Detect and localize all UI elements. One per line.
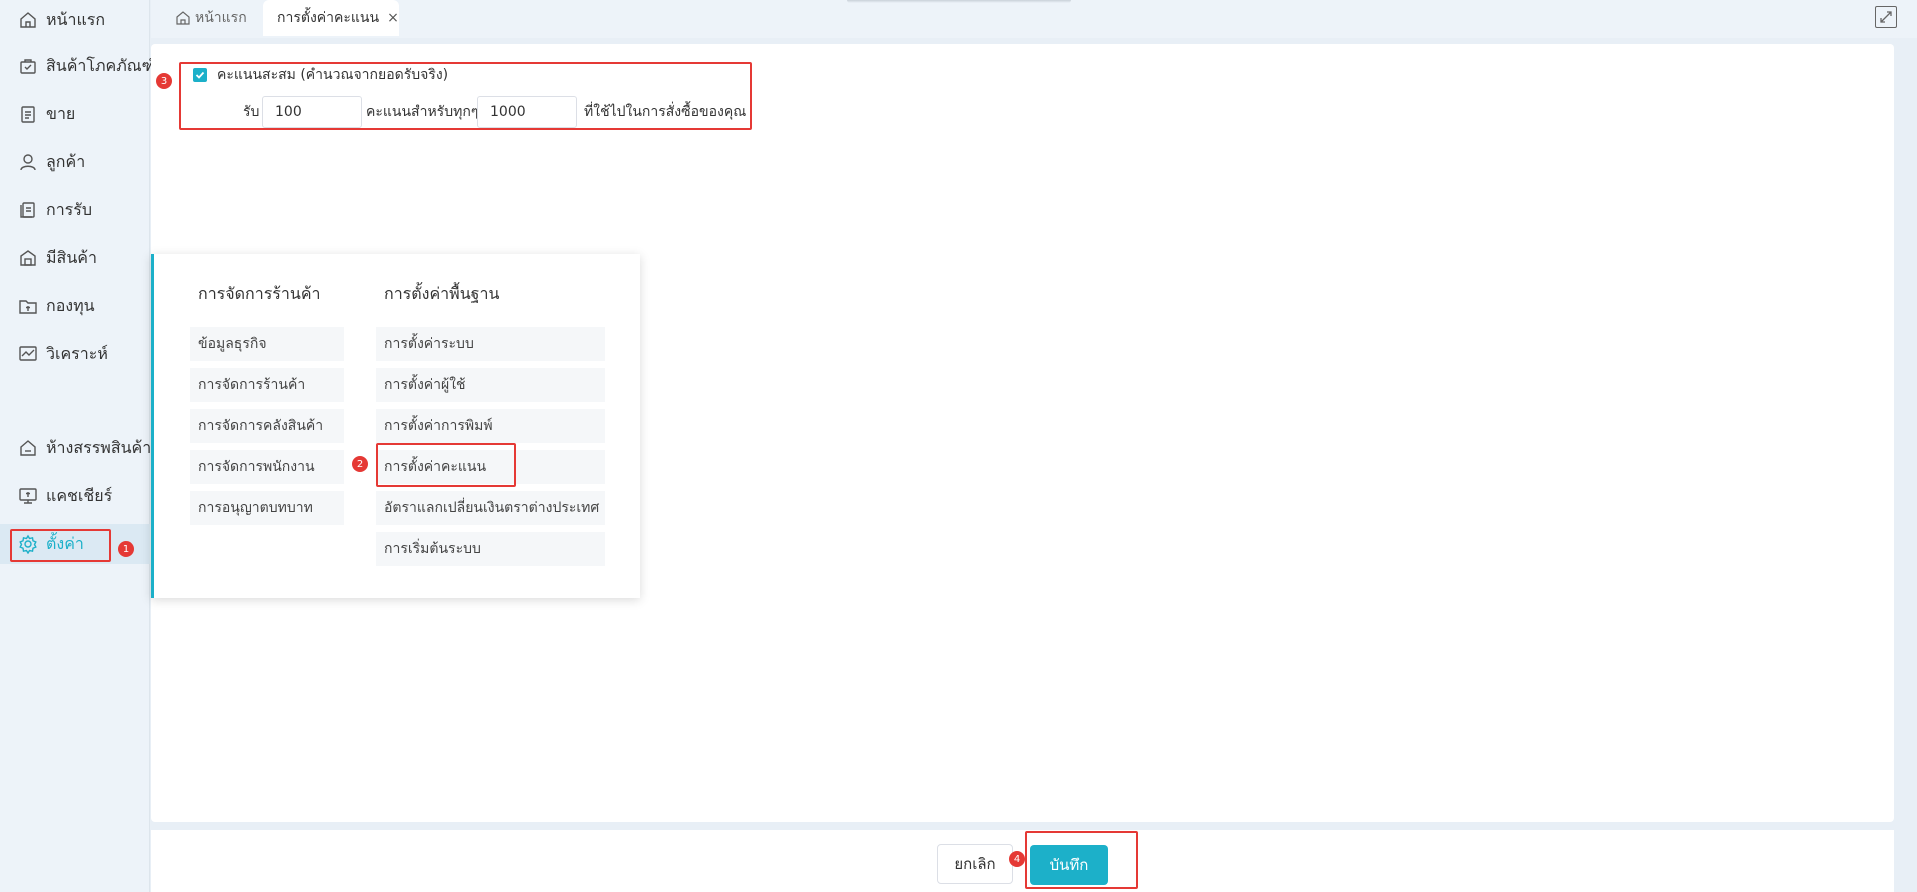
store-icon [20, 440, 36, 456]
menu-item-role-permissions[interactable]: การอนุญาตบทบาท [190, 491, 344, 525]
sidebar-item-inventory[interactable]: มีสินค้า [0, 238, 150, 278]
sidebar-item-label: วิเคราะห์ [46, 343, 108, 363]
receipt-icon [20, 202, 35, 218]
menu-item-business-info[interactable]: ข้อมูลธุรกิจ [190, 327, 344, 361]
sidebar-item-label: กองทุน [46, 295, 95, 315]
sidebar-item-home[interactable]: หน้าแรก [0, 0, 150, 40]
menu-item-system-settings[interactable]: การตั้งค่าระบบ [376, 327, 605, 361]
sidebar-item-receiving[interactable]: การรับ [0, 190, 150, 230]
menu-item-system-init[interactable]: การเริ่มต้นระบบ [376, 532, 605, 566]
sidebar-item-label: ห้างสรรพสินค้า [46, 437, 152, 457]
points-value-input[interactable]: 100 [262, 96, 362, 128]
menu-item-user-settings[interactable]: การตั้งค่าผู้ใช้ [376, 368, 605, 402]
step-badge-3: 3 [156, 73, 172, 89]
cancel-button[interactable]: ยกเลิก [937, 844, 1013, 884]
menu-item-warehouse-management[interactable]: การจัดการคลังสินค้า [190, 409, 344, 443]
points-checkbox[interactable] [193, 68, 207, 82]
sidebar-item-customers[interactable]: ลูกค้า [0, 142, 150, 182]
sidebar-item-label: ขาย [46, 103, 76, 123]
receive-label: รับ [243, 104, 260, 120]
fullscreen-icon[interactable] [1875, 6, 1897, 28]
clipboard-icon [21, 106, 35, 123]
sidebar-item-analytics[interactable]: วิเคราะห์ [0, 334, 150, 374]
sidebar-item-label: สินค้าโภคภัณฑ์ [46, 55, 155, 75]
sidebar-item-label: มีสินค้า [46, 247, 97, 267]
sidebar-item-label: หน้าแรก [46, 9, 106, 29]
basic-settings-heading: การตั้งค่าพื้นฐาน [384, 284, 500, 303]
sidebar-item-funds[interactable]: กองทุน [0, 286, 150, 326]
points-accumulation-row: คะแนนสะสม (คำนวณจากยอดรับจริง) [193, 64, 448, 86]
tab-points-settings[interactable]: การตั้งค่าคะแนน × [263, 0, 399, 36]
sidebar: หน้าแรก สินค้าโภคภัณฑ์ ขาย ลูกค้า การรับ… [0, 0, 155, 892]
sidebar-item-label: แคชเชียร์ [46, 485, 113, 505]
store-management-heading: การจัดการร้านค้า [198, 284, 321, 303]
menu-item-staff-management[interactable]: การจัดการพนักงาน [190, 450, 344, 484]
highlight-box-points-settings [376, 443, 516, 487]
per-label: คะแนนสำหรับทุกๆ [366, 104, 479, 120]
tab-home[interactable]: หน้าแรก [175, 0, 247, 36]
sidebar-item-label: การรับ [46, 199, 93, 219]
sidebar-item-cashier[interactable]: แคชเชียร์ [0, 476, 150, 516]
home-icon [176, 11, 190, 25]
tab-bar: หน้าแรก การตั้งค่าคะแนน × [151, 0, 1917, 38]
warehouse-icon [20, 250, 36, 266]
chart-icon [19, 346, 37, 361]
tab-label: การตั้งค่าคะแนน [277, 10, 380, 26]
sidebar-item-mall[interactable]: ห้างสรรพสินค้า [0, 428, 152, 468]
sidebar-item-label: ลูกค้า [46, 151, 86, 171]
folder-money-icon [19, 300, 37, 314]
bag-icon [20, 59, 36, 74]
menu-item-store-management[interactable]: การจัดการร้านค้า [190, 368, 344, 402]
home-icon [20, 12, 36, 28]
amount-value-input[interactable]: 1000 [477, 96, 577, 128]
sidebar-item-commodities[interactable]: สินค้าโภคภัณฑ์ [0, 46, 155, 86]
menu-item-exchange-rate[interactable]: อัตราแลกเปลี่ยนเงินตราต่างประเทศ [376, 491, 605, 525]
menu-item-print-settings[interactable]: การตั้งค่าการพิมพ์ [376, 409, 605, 443]
step-badge-1: 1 [118, 541, 134, 557]
monitor-icon [19, 488, 37, 504]
tab-label: หน้าแรก [195, 10, 247, 26]
popup-shadow [847, 0, 1071, 3]
user-icon [20, 154, 36, 171]
suffix-label: ที่ใช้ไปในการสั่งซื้อของคุณ [584, 104, 747, 120]
sidebar-item-sales[interactable]: ขาย [0, 94, 150, 134]
step-badge-4: 4 [1009, 851, 1025, 867]
close-icon[interactable]: × [387, 10, 399, 26]
highlight-box-settings [10, 529, 111, 562]
points-checkbox-label: คะแนนสะสม (คำนวณจากยอดรับจริง) [217, 67, 449, 83]
step-badge-2: 2 [352, 456, 368, 472]
highlight-box-save [1025, 831, 1138, 889]
